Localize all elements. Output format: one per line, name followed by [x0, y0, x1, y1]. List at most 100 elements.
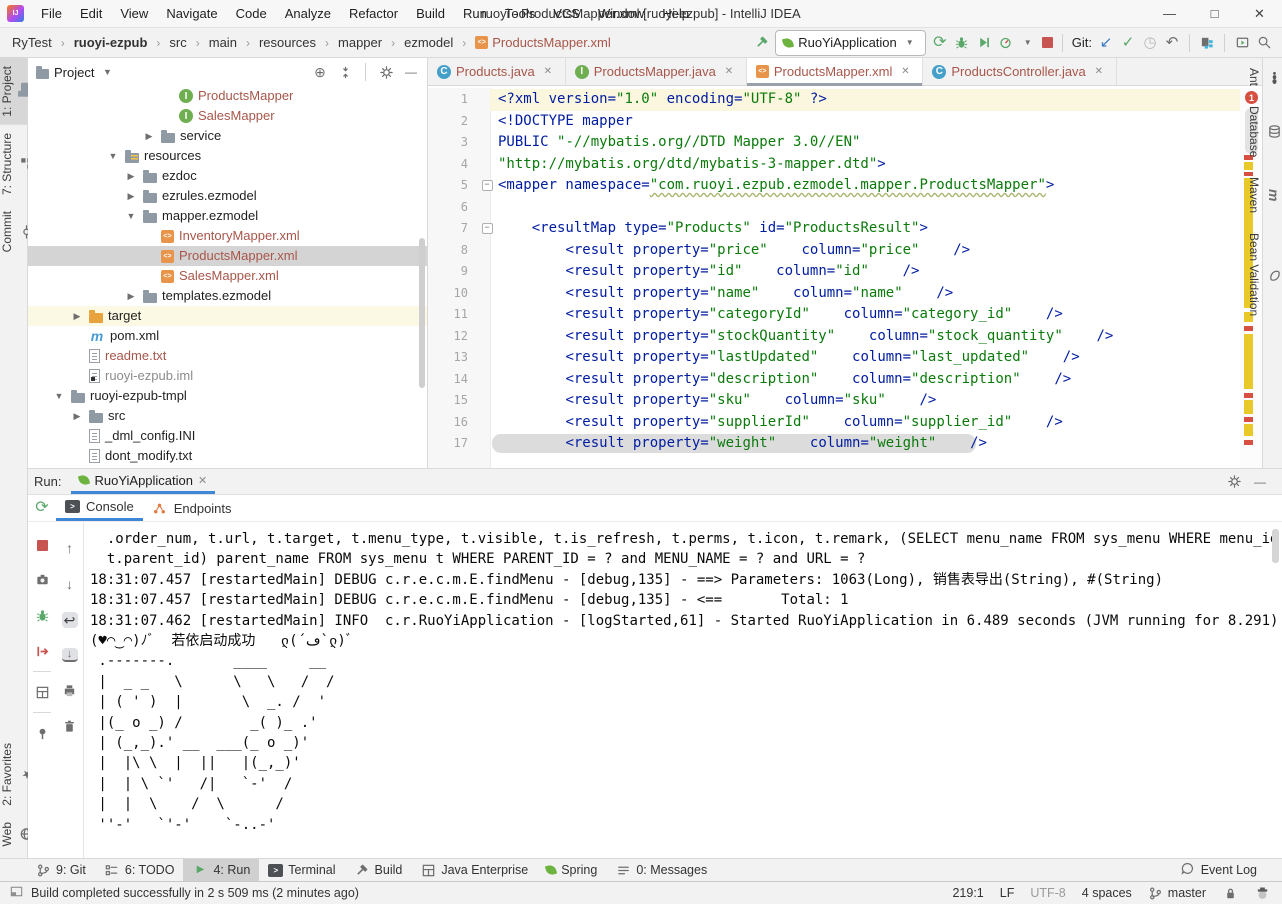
- editor-code-area[interactable]: 1<?xml version="1.0" encoding="UTF-8" ?>…: [428, 89, 1240, 455]
- error-stripe-mark[interactable]: [1244, 393, 1253, 398]
- event-log-button[interactable]: Event Log: [1171, 859, 1266, 881]
- toolwindow-button-build[interactable]: Build: [345, 859, 412, 881]
- close-button[interactable]: ✕: [1237, 0, 1282, 27]
- scroll-to-end-icon[interactable]: ↓: [62, 648, 78, 662]
- stop-button[interactable]: [37, 540, 48, 551]
- maximize-button[interactable]: □: [1192, 0, 1237, 27]
- view-tab-console[interactable]: >Console: [56, 495, 143, 521]
- tree-item-inventorymapper-xml[interactable]: <>InventoryMapper.xml: [28, 226, 427, 246]
- debug-button[interactable]: [954, 35, 970, 51]
- run-anything-button[interactable]: [1234, 35, 1250, 51]
- error-stripe-mark[interactable]: [1244, 172, 1253, 176]
- breadcrumb-item[interactable]: ruoyi-ezpub: [74, 35, 148, 50]
- restore-layout-icon[interactable]: [34, 684, 50, 700]
- tree-item-salesmapper[interactable]: ISalesMapper: [28, 106, 427, 126]
- tree-toggle-icon[interactable]: ▶: [70, 411, 84, 422]
- tree-item--dml-config-ini[interactable]: _dml_config.INI: [28, 426, 427, 446]
- tree-item-src[interactable]: ▶src: [28, 406, 427, 426]
- tree-item-ruoyi-ezpub-tmpl[interactable]: ▼ruoyi-ezpub-tmpl: [28, 386, 427, 406]
- tree-toggle-icon[interactable]: ▶: [124, 291, 138, 302]
- tool-strip-ant[interactable]: Ant: [1263, 58, 1282, 96]
- menu-navigate[interactable]: Navigate: [157, 0, 226, 27]
- error-count-badge[interactable]: 1: [1245, 91, 1258, 104]
- toolwindow-button-0-messages[interactable]: 0: Messages: [606, 859, 716, 881]
- tree-item-target[interactable]: ▶target: [28, 306, 427, 326]
- next-occurrence-icon[interactable]: ↓: [62, 576, 78, 592]
- toolwindow-button-terminal[interactable]: >Terminal: [259, 859, 344, 881]
- pin-tab-icon[interactable]: [34, 725, 50, 741]
- close-tab-icon[interactable]: ✕: [198, 474, 207, 487]
- tool-strip-maven[interactable]: mMaven: [1263, 167, 1282, 223]
- tree-item-ruoyi-ezpub-iml[interactable]: ruoyi-ezpub.iml: [28, 366, 427, 386]
- rerun-button[interactable]: ⟳: [34, 500, 50, 516]
- prev-occurrence-icon[interactable]: ↑: [62, 540, 78, 556]
- warning-stripe-mark[interactable]: [1244, 162, 1253, 170]
- menu-build[interactable]: Build: [407, 0, 454, 27]
- tree-item-resources[interactable]: ▼resources: [28, 146, 427, 166]
- tool-strip-bean-validation[interactable]: Bean Validation: [1263, 223, 1282, 326]
- print-icon[interactable]: [62, 682, 78, 698]
- tree-item-templates-ezmodel[interactable]: ▶templates.ezmodel: [28, 286, 427, 306]
- warning-stripe-mark[interactable]: [1244, 424, 1253, 436]
- breadcrumb-item[interactable]: main: [209, 35, 237, 50]
- caret-position[interactable]: 219:1: [952, 886, 983, 900]
- tree-toggle-icon[interactable]: ▶: [142, 131, 156, 142]
- tree-toggle-icon[interactable]: ▼: [124, 211, 138, 221]
- menu-refactor[interactable]: Refactor: [340, 0, 407, 27]
- hide-panel-icon[interactable]: —: [1252, 474, 1268, 490]
- tree-item-ezdoc[interactable]: ▶ezdoc: [28, 166, 427, 186]
- tool-strip-commit[interactable]: Commit: [0, 203, 27, 260]
- toolwindow-button-java-enterprise[interactable]: Java Enterprise: [411, 859, 537, 881]
- clear-all-icon[interactable]: [62, 718, 78, 734]
- git-update-button[interactable]: ↙: [1098, 35, 1114, 51]
- profiler-button[interactable]: [998, 35, 1014, 51]
- close-tab-icon[interactable]: ✕: [897, 64, 913, 80]
- run-with-coverage-button[interactable]: [976, 35, 992, 51]
- tree-item-salesmapper-xml[interactable]: <>SalesMapper.xml: [28, 266, 427, 286]
- console-scrollbar[interactable]: [1272, 529, 1279, 563]
- breadcrumb-item[interactable]: src: [169, 35, 186, 50]
- tool-strip-2-favorites[interactable]: 2: Favorites★: [0, 735, 27, 814]
- run-configuration-select[interactable]: RuoYiApplication▼: [775, 30, 926, 56]
- breadcrumb-item[interactable]: RyTest: [12, 35, 52, 50]
- breadcrumb-item[interactable]: ezmodel: [404, 35, 453, 50]
- close-tab-icon[interactable]: ✕: [721, 64, 737, 80]
- hide-panel-icon[interactable]: —: [403, 64, 419, 80]
- tree-item-productsmapper[interactable]: IProductsMapper: [28, 86, 427, 106]
- menu-view[interactable]: View: [111, 0, 157, 27]
- exit-icon[interactable]: [34, 643, 50, 659]
- project-panel-title[interactable]: Project: [54, 65, 94, 80]
- toolwindow-button-6-todo[interactable]: 6: TODO: [95, 859, 184, 881]
- menu-analyze[interactable]: Analyze: [276, 0, 340, 27]
- indent-style[interactable]: 4 spaces: [1082, 886, 1132, 900]
- tree-item-dont-modify-txt[interactable]: dont_modify.txt: [28, 446, 427, 466]
- editor-tab-productscontroller-java[interactable]: CProductsController.java✕: [923, 58, 1116, 85]
- error-stripe-mark[interactable]: [1244, 440, 1253, 445]
- tool-strip-7-structure[interactable]: 7: Structure: [0, 125, 27, 203]
- breadcrumb-item[interactable]: mapper: [338, 35, 382, 50]
- rollback-button[interactable]: ↶: [1164, 35, 1180, 51]
- tree-item-readme-txt[interactable]: readme.txt: [28, 346, 427, 366]
- run-config-tab[interactable]: RuoYiApplication ✕: [71, 469, 215, 494]
- toolwindow-button-9-git[interactable]: 9: Git: [26, 859, 95, 881]
- tree-toggle-icon[interactable]: ▶: [124, 171, 138, 182]
- thread-dump-icon[interactable]: [34, 571, 50, 587]
- chevron-down-icon[interactable]: ▼: [99, 64, 115, 80]
- line-separator[interactable]: LF: [1000, 886, 1015, 900]
- editor-tab-productsmapper-xml[interactable]: <>ProductsMapper.xml✕: [747, 58, 924, 85]
- editor-tab-products-java[interactable]: CProducts.java✕: [428, 58, 566, 85]
- file-encoding[interactable]: UTF-8: [1030, 886, 1065, 900]
- tool-strip-database[interactable]: Database: [1263, 96, 1282, 167]
- close-tab-icon[interactable]: ✕: [1091, 64, 1107, 80]
- close-tab-icon[interactable]: ✕: [540, 64, 556, 80]
- tree-item-mapper-ezmodel[interactable]: ▼mapper.ezmodel: [28, 206, 427, 226]
- git-commit-button[interactable]: ✓: [1120, 35, 1136, 51]
- tree-item-ezrules-ezmodel[interactable]: ▶ezrules.ezmodel: [28, 186, 427, 206]
- error-stripe-mark[interactable]: [1244, 326, 1253, 331]
- menu-code[interactable]: Code: [227, 0, 276, 27]
- tree-item-productsmapper-xml[interactable]: <>ProductsMapper.xml: [28, 246, 427, 266]
- update-application-icon[interactable]: [34, 607, 50, 623]
- chevron-down-icon[interactable]: ▼: [1020, 35, 1036, 51]
- view-tab-endpoints[interactable]: Endpoints: [143, 495, 241, 521]
- tool-strip-web[interactable]: Web: [0, 814, 27, 854]
